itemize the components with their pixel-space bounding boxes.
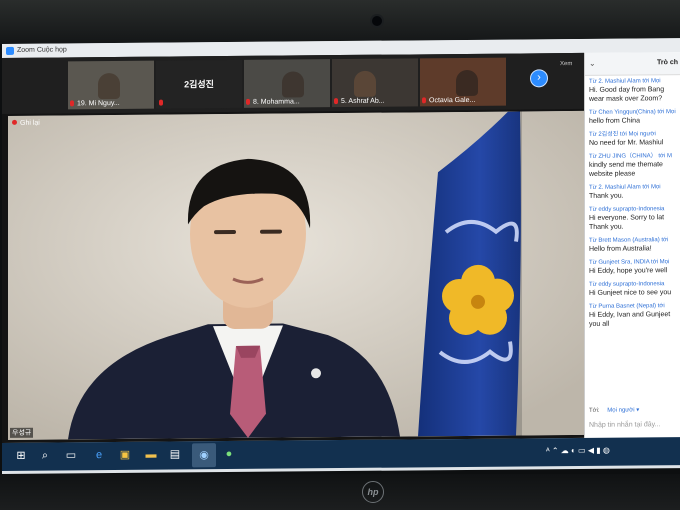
participant-video — [456, 69, 478, 97]
chat-message: Từ Purna Basnet (Nepal) tới Hi Eddy, Iva… — [589, 302, 680, 329]
participant-video — [282, 71, 304, 98]
participant-name: 8. Mohamma... — [253, 98, 300, 106]
zoom-logo-icon — [6, 46, 14, 55]
edge-browser-icon[interactable]: e — [92, 448, 106, 462]
participant-tile[interactable]: 19. Mi Nguy... — [68, 60, 154, 110]
search-icon[interactable]: ⌕ — [38, 449, 52, 463]
chat-recipient-select[interactable]: Mọi người ▾ — [607, 407, 639, 413]
participant-name: 5. Ashraf Ab... — [341, 97, 385, 106]
recording-indicator: Ghi lại — [12, 120, 40, 127]
chat-message: Từ 2. Mashiul Alam tới Mọi Thank you. — [589, 183, 680, 201]
chat-text: Hi Gunjeet nice to see you — [589, 289, 672, 297]
participant-name: Octavia Gale... — [429, 96, 476, 105]
chat-title: Trò ch — [657, 59, 679, 67]
chat-recipient-row: Tới: Mọi người ▾ — [589, 406, 639, 413]
app-icon[interactable]: ● — [222, 447, 236, 461]
view-toggle[interactable]: Xem — [560, 61, 572, 67]
zoom-app-icon: ◉ — [199, 449, 209, 462]
windows-start-icon[interactable]: ⊞ — [14, 449, 28, 463]
chat-text: Hi Eddy, Ivan and Gunjeet — [589, 311, 671, 319]
chat-message: Từ 2김성진 tới Mọi người No need for Mr. Ma… — [589, 130, 680, 148]
chat-text: you all — [589, 320, 610, 328]
muted-mic-icon — [246, 98, 250, 105]
participant-name: 19. Mi Nguy... — [77, 99, 120, 108]
chat-header: ⌄ Trò ch — [585, 52, 680, 76]
chat-messages: Từ 2. Mashiul Alam tới Mọi Hi. Good day … — [589, 77, 680, 334]
participant-tile[interactable]: 2김성진 — [156, 59, 242, 109]
participant-video — [98, 72, 120, 100]
chat-message: Từ eddy suprapto-Indonesia Hi everyone. … — [589, 205, 680, 232]
hp-logo-icon: hp — [362, 481, 384, 503]
active-speaker-video: Ghi lại 우성규 — [8, 110, 584, 440]
chat-text: wear mask over Zoom? — [589, 95, 663, 103]
chat-message: Từ Brett Mason (Australia) tới Hello fro… — [589, 236, 680, 254]
system-tray[interactable]: ᴬ ⌃ ☁ ◐ ▭ ◀ ▮ ◍ — [546, 446, 610, 456]
chat-text: hello from China — [589, 117, 640, 125]
zoom-meeting-area: 19. Mi Nguy... 2김성진 8. Mohamma... 5. Ash… — [2, 52, 584, 444]
chat-text: Thank you. — [589, 223, 624, 231]
chat-panel: ⌄ Trò ch Từ 2. Mashiul Alam tới Mọi Hi. … — [584, 52, 680, 438]
chat-message: Từ eddy suprapto-Indonesia Hi Gunjeet ni… — [589, 280, 680, 298]
chat-message: Từ Chen Yingqun(China) tới Mọi hello fro… — [589, 108, 680, 126]
participant-name: 2김성진 — [184, 79, 214, 90]
chat-message: Từ ZHU JING（CHINA） tới M kindly send me … — [589, 152, 680, 179]
chat-text: Hello from Australia! — [589, 245, 652, 253]
chat-text: Thank you. — [589, 192, 624, 200]
laptop-bezel-top — [0, 0, 680, 44]
muted-mic-icon — [422, 97, 426, 104]
chat-text: website please — [589, 170, 636, 178]
task-view-icon[interactable]: ▭ — [64, 448, 78, 462]
recording-label: Ghi lại — [20, 119, 40, 127]
laptop-bezel-bottom — [0, 474, 680, 510]
next-page-button[interactable]: › — [530, 69, 548, 88]
chat-input[interactable]: Nhập tin nhắn tại đây... — [589, 421, 660, 429]
participant-tile[interactable]: 5. Ashraf Ab... — [332, 58, 418, 108]
chevron-down-icon[interactable]: ⌄ — [589, 59, 596, 68]
participant-tile[interactable]: 8. Mohamma... — [244, 59, 330, 108]
muted-mic-icon — [334, 98, 338, 105]
windows-taskbar: ⊞ ⌕ ▭ e ▣ ▬ ▤ ◉ ● ᴬ ⌃ ☁ ◐ ▭ ◀ ▮ ◍ — [2, 437, 680, 471]
laptop-screen: Zoom Cuộc họp 19. Mi Nguy... 2김성진 8. Moh… — [2, 38, 680, 474]
app-icon[interactable]: ▤ — [168, 447, 182, 461]
webcam — [372, 16, 382, 26]
chat-recipient-label: Tới: — [589, 407, 600, 414]
muted-mic-icon — [70, 100, 74, 107]
participant-video — [354, 70, 376, 97]
speaker-video-frame — [8, 110, 584, 440]
window-title: Zoom Cuộc họp — [17, 46, 67, 54]
chat-text: No need for Mr. Mashiul — [589, 139, 664, 147]
chat-message: Từ 2. Mashiul Alam tới Mọi Hi. Good day … — [589, 77, 680, 104]
speaker-name: 우성규 — [10, 427, 34, 438]
participant-tile[interactable]: Octavia Gale... — [420, 57, 506, 107]
store-icon[interactable]: ▣ — [118, 448, 132, 462]
chat-text: Hi Eddy, hope you're well — [589, 267, 668, 275]
zoom-taskbar-button[interactable]: ◉ — [192, 443, 216, 468]
file-explorer-icon[interactable]: ▬ — [144, 448, 158, 462]
gallery-strip: 19. Mi Nguy... 2김성진 8. Mohamma... 5. Ash… — [2, 52, 584, 114]
recording-dot-icon — [12, 119, 17, 125]
chat-message: Từ Gunjeet Sra, INDIA tới Mọi Hi Eddy, h… — [589, 258, 680, 276]
muted-mic-icon — [159, 99, 163, 106]
